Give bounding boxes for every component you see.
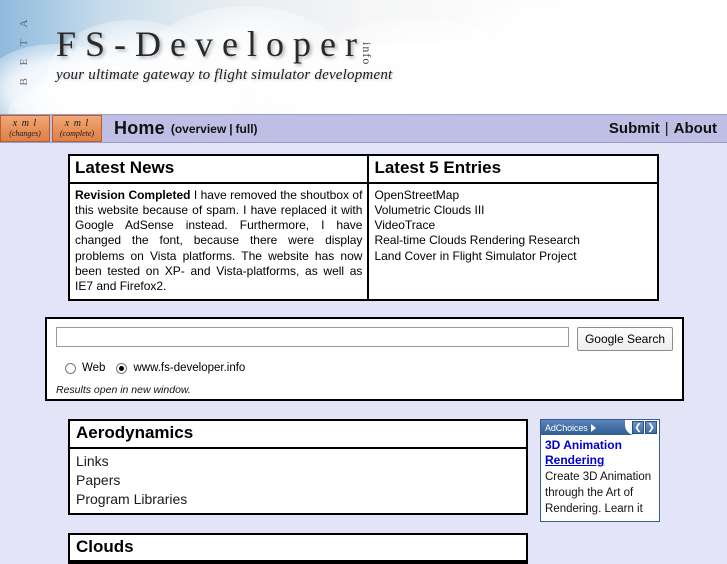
ad-headline-line2: Rendering <box>545 453 605 468</box>
cloud-decoration <box>540 24 727 114</box>
nav-home-link[interactable]: Home <box>114 118 165 139</box>
site-logo: FS-Developer info your ultimate gateway … <box>56 26 392 84</box>
list-item[interactable]: Volumetric Clouds III <box>374 203 652 218</box>
beta-label: B E T A <box>18 14 30 86</box>
category-link-links[interactable]: Links <box>76 452 520 471</box>
xml-changes-label-bottom: (changes) <box>9 128 41 138</box>
logo-tld-suffix: info <box>360 42 374 66</box>
list-item[interactable]: Real-time Clouds Rendering Research <box>374 233 652 248</box>
adchoices-label[interactable]: AdChoices <box>541 423 588 433</box>
list-item[interactable]: OpenStreetMap <box>374 188 652 203</box>
ad-headline-link[interactable]: 3D Animation Rendering <box>545 438 655 468</box>
category-panel-aerodynamics: Aerodynamics Links Papers Program Librar… <box>68 419 528 515</box>
nav-home-section: Home (overview | full) <box>102 115 609 142</box>
xml-changes-feed-button[interactable]: x m l (changes) <box>0 115 50 142</box>
xml-changes-label-top: x m l <box>12 118 38 130</box>
ad-description: Create 3D Animation through the Art of R… <box>545 471 652 516</box>
nav-home-modes: (overview | full) <box>171 122 258 136</box>
adsense-ad-unit: AdChoices ❮ ❯ 3D Animation Rendering Cre… <box>540 419 660 523</box>
list-item[interactable]: Land Cover in Flight Simulator Project <box>374 249 652 264</box>
latest-news-title: Latest News <box>70 156 368 184</box>
list-item[interactable]: VideoTrace <box>374 218 652 233</box>
search-scope-site-label[interactable]: www.fs-developer.info <box>133 362 245 374</box>
ad-carousel-controls: ❮ ❯ <box>625 420 659 436</box>
google-search-panel: Google Search Web www.fs-developer.info … <box>45 317 684 402</box>
latest-entries-list: OpenStreetMap Volumetric Clouds III Vide… <box>369 184 657 269</box>
search-scope-web-radio[interactable] <box>65 362 76 374</box>
cloud-decoration <box>420 0 727 114</box>
site-banner: B E T A FS-Developer info your ultimate … <box>0 0 727 114</box>
nav-submit-link[interactable]: Submit <box>609 120 660 137</box>
nav-about-link[interactable]: About <box>674 120 717 137</box>
adchoices-triangle-icon[interactable] <box>590 423 596 432</box>
latest-news-panel: Latest News Revision Completed I have re… <box>68 154 370 302</box>
category-title: Clouds <box>70 535 526 563</box>
latest-news-headline: Revision Completed <box>75 187 191 202</box>
ad-prev-arrow-icon[interactable]: ❮ <box>632 421 644 435</box>
search-note: Results open in new window. <box>56 384 191 397</box>
category-link-papers[interactable]: Papers <box>76 471 520 490</box>
logo-title: FS-Developer <box>56 24 366 64</box>
xml-complete-feed-button[interactable]: x m l (complete) <box>52 115 102 142</box>
category-links: Links Papers Program Libraries <box>70 449 526 513</box>
search-scope-row: Web www.fs-developer.info <box>56 362 673 374</box>
latest-news-body: Revision Completed I have removed the sh… <box>70 184 367 299</box>
site-tagline: your ultimate gateway to flight simulato… <box>56 67 393 83</box>
nav-link-separator: | <box>664 120 669 137</box>
nav-right-links: Submit | About <box>609 115 727 142</box>
search-scope-site-radio[interactable] <box>116 362 128 374</box>
adchoices-header: AdChoices ❮ ❯ <box>541 420 659 436</box>
category-column: Aerodynamics Links Papers Program Librar… <box>68 419 528 564</box>
search-input-row: Google Search <box>56 327 673 352</box>
latest-entries-panel: Latest 5 Entries OpenStreetMap Volumetri… <box>369 154 659 302</box>
search-input[interactable] <box>56 327 569 348</box>
nav-full-link[interactable]: full <box>236 122 254 136</box>
nav-mode-separator: | <box>229 121 233 136</box>
search-scope-web-label[interactable]: Web <box>82 362 105 374</box>
ad-next-arrow-icon[interactable]: ❯ <box>645 421 657 435</box>
category-title: Aerodynamics <box>70 421 526 449</box>
page-content: Latest News Revision Completed I have re… <box>0 154 727 564</box>
main-navigation-bar: x m l (changes) x m l (complete) Home (o… <box>0 114 727 143</box>
latest-entries-title: Latest 5 Entries <box>369 156 657 184</box>
xml-complete-label-bottom: (complete) <box>59 128 95 138</box>
advertisement-column: AdChoices ❮ ❯ 3D Animation Rendering Cre… <box>540 419 665 564</box>
ad-headline-line1: 3D Animation <box>545 438 622 453</box>
xml-complete-label-top: x m l <box>64 118 90 130</box>
latest-news-text: I have removed the shoutbox of this webs… <box>75 187 363 293</box>
category-link-program-libraries[interactable]: Program Libraries <box>76 490 520 509</box>
ad-body: 3D Animation Rendering Create 3D Animati… <box>541 435 659 521</box>
categories-and-ad-row: Aerodynamics Links Papers Program Librar… <box>68 419 684 564</box>
nav-overview-link[interactable]: overview <box>175 122 226 136</box>
paren-close: ) <box>253 121 258 136</box>
top-panels-row: Latest News Revision Completed I have re… <box>68 154 659 302</box>
category-panel-clouds: Clouds <box>68 532 528 564</box>
google-search-button[interactable]: Google Search <box>576 327 673 352</box>
